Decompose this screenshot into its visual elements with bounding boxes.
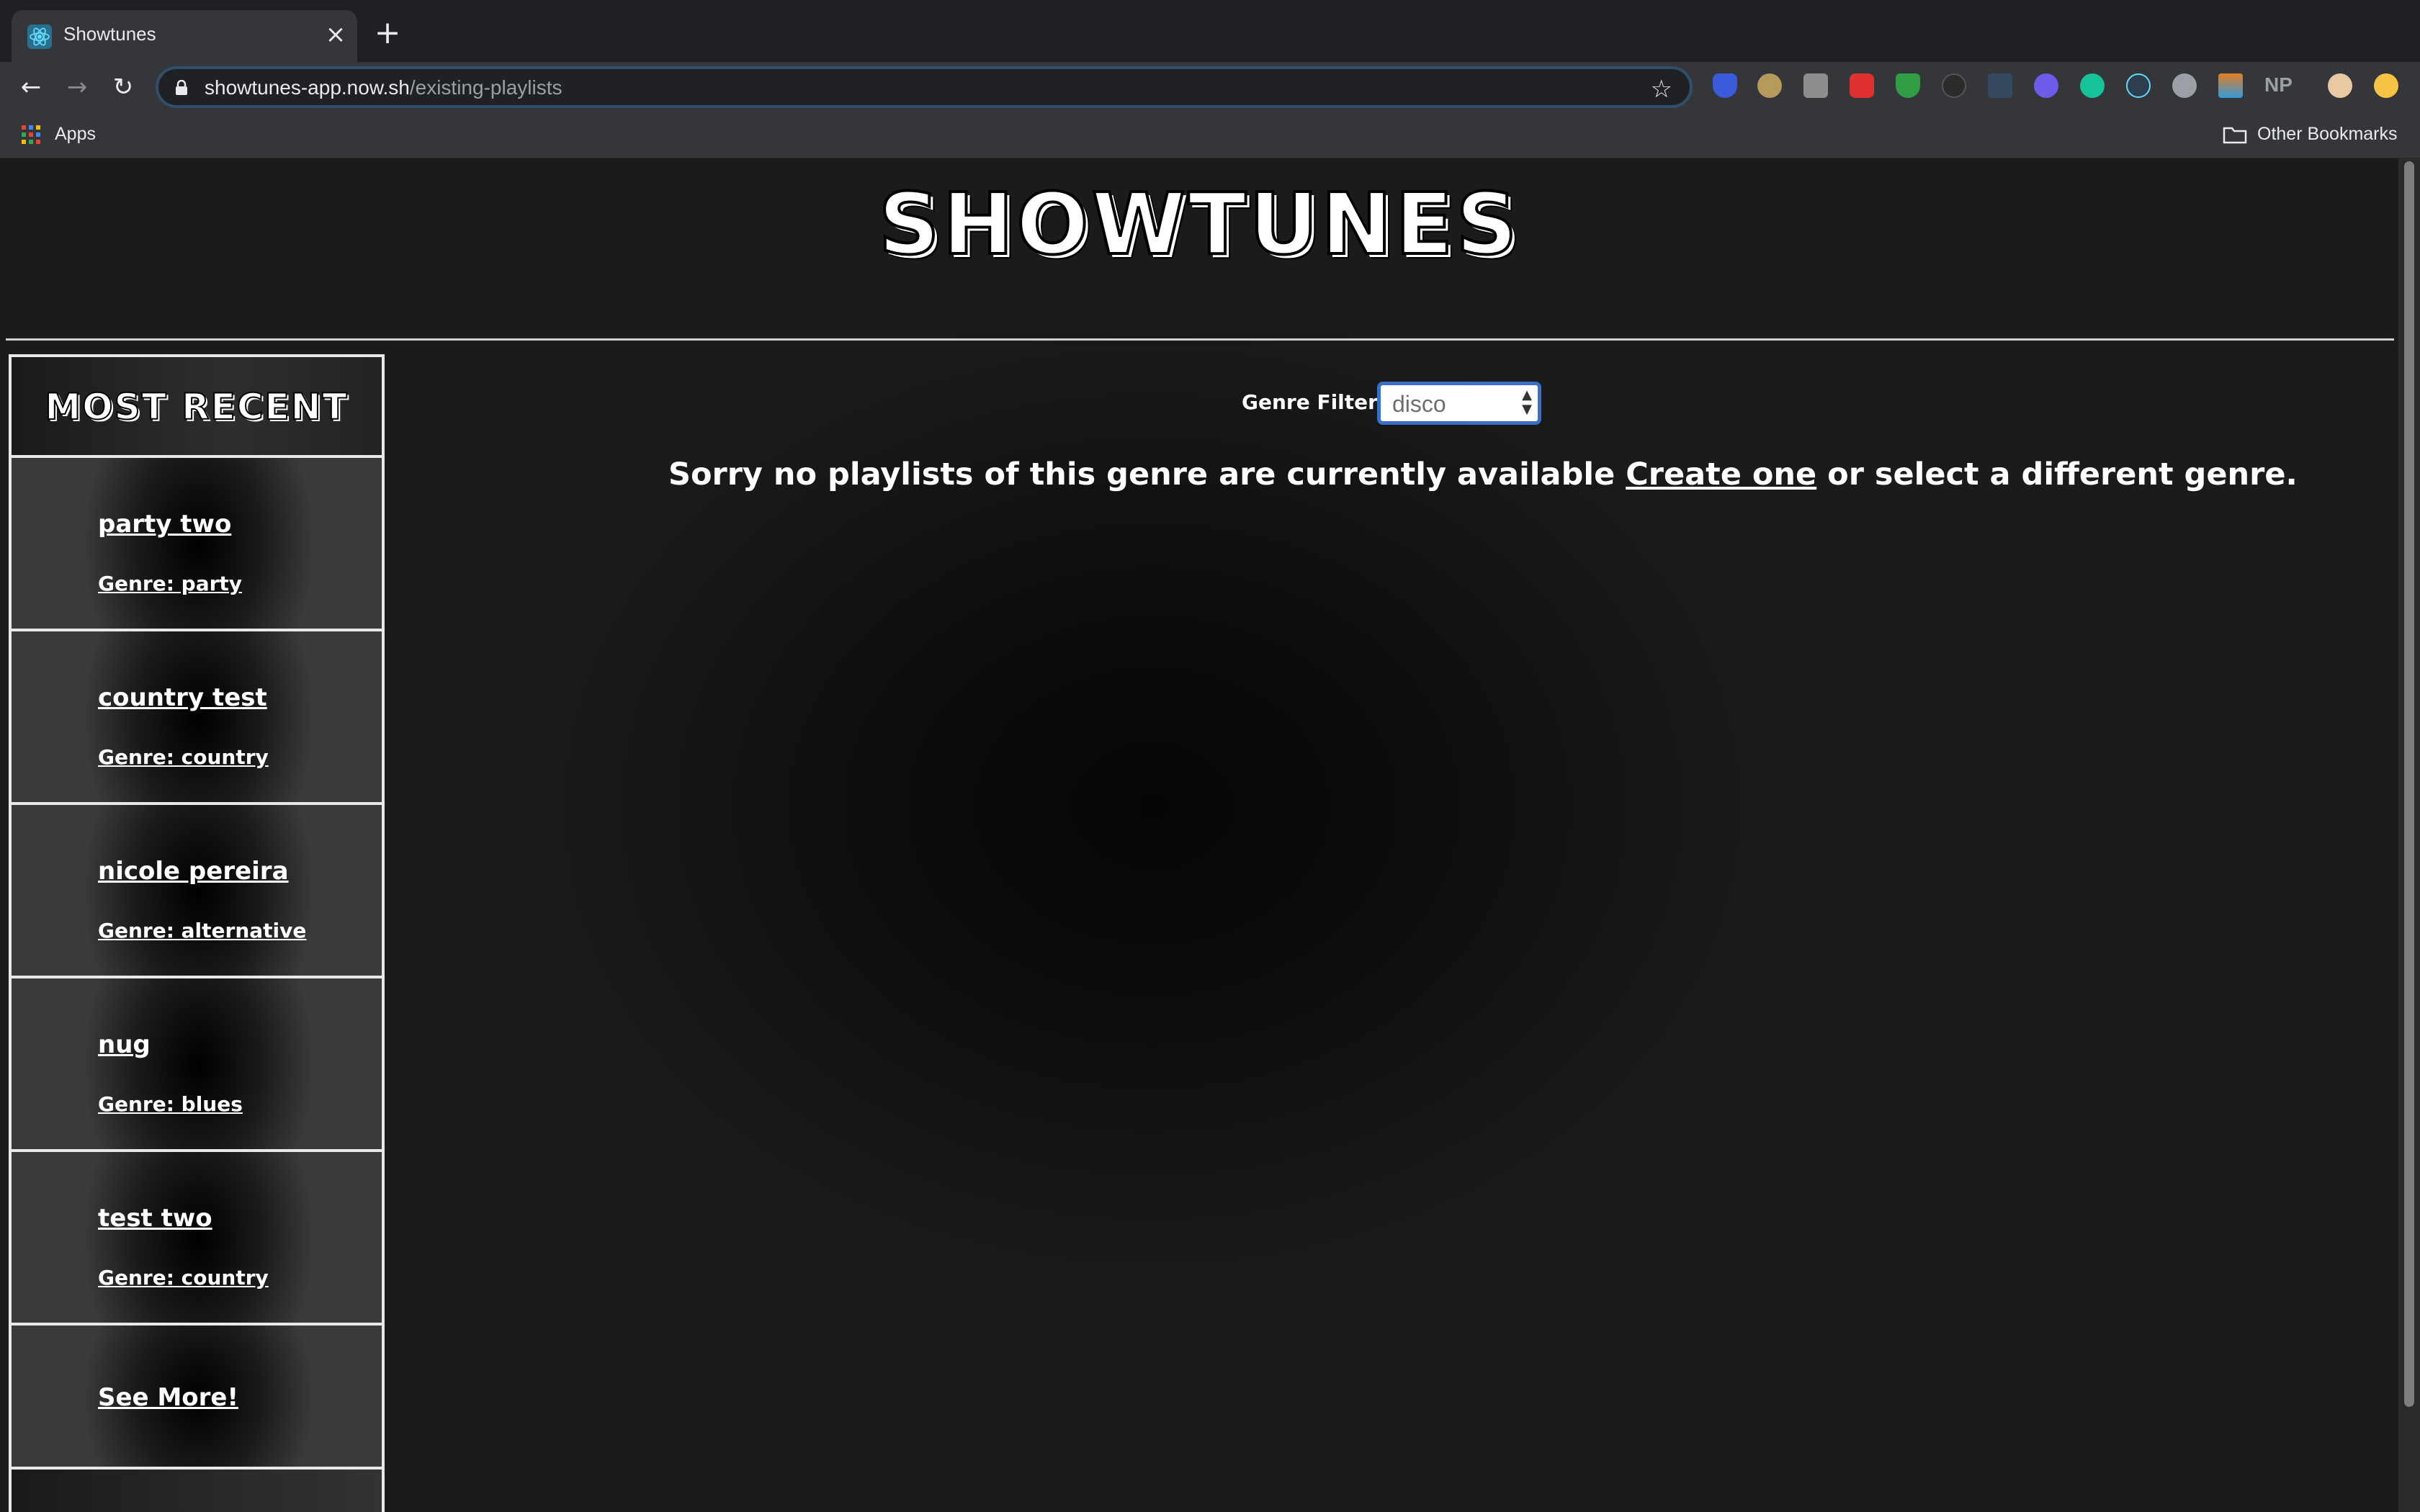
np-icon[interactable]: NP (2264, 73, 2293, 96)
reload-icon[interactable]: ↻ (107, 71, 140, 104)
adguard-icon[interactable] (1896, 73, 1920, 98)
ublock-icon[interactable] (1850, 73, 1874, 98)
color-palette-icon[interactable] (2218, 73, 2243, 98)
grammarly-icon[interactable] (2080, 73, 2105, 98)
scrollbar-thumb[interactable] (2404, 161, 2414, 1407)
new-tab-icon[interactable]: + (373, 17, 402, 49)
star-extension-icon[interactable] (2374, 73, 2398, 98)
speech-bubble-icon[interactable] (2172, 73, 2197, 98)
tampermonkey-icon[interactable] (1988, 73, 2012, 98)
url-host: showtunes-app.now.sh (205, 76, 410, 99)
react-favicon-icon (27, 24, 52, 49)
apps-bookmark[interactable]: Apps (55, 124, 96, 145)
address-bar[interactable]: showtunes-app.now.sh/existing-playlists … (156, 66, 1693, 108)
playlist-genre-link[interactable]: Genre: country (98, 1266, 269, 1290)
sidebar-header: MOST RECENT (12, 357, 382, 458)
react-devtools-icon[interactable] (2126, 73, 2151, 98)
page-scrollbar[interactable] (2398, 158, 2420, 1512)
message-text-before: Sorry no playlists of this genre are cur… (668, 456, 1626, 492)
message-text-after: or select a different genre. (1816, 456, 2298, 492)
tab-close-icon[interactable]: × (323, 22, 349, 48)
see-more-link[interactable]: See More! (98, 1383, 238, 1412)
url-path: /existing-playlists (409, 76, 563, 99)
bookmark-star-icon[interactable]: ☆ (1651, 75, 1672, 104)
playlist-genre-link[interactable]: Genre: country (98, 745, 269, 769)
create-one-link[interactable]: Create one (1626, 456, 1816, 492)
showtunes-logo[interactable]: SHOWTUNES (0, 173, 2398, 275)
playlist-genre-link[interactable]: Genre: blues (98, 1092, 243, 1116)
apps-grid-icon[interactable] (22, 125, 40, 144)
playlist-card[interactable]: party two Genre: party (12, 458, 382, 631)
playlist-name-link[interactable]: party two (98, 510, 231, 539)
see-more-card[interactable]: See More! (12, 1326, 382, 1470)
genre-filter-select[interactable]: disco ▲ ▼ (1377, 382, 1541, 425)
page-content: SHOWTUNES MOST RECENT party two Genre: p… (0, 158, 2420, 1512)
playlist-genre-link[interactable]: Genre: alternative (98, 919, 306, 942)
browser-tab-showtunes[interactable]: Showtunes × (12, 10, 357, 62)
bookmarks-bar: Apps Other Bookmarks (0, 112, 2420, 158)
playlist-name-link[interactable]: test two (98, 1204, 212, 1233)
back-arrow-icon[interactable]: ← (14, 71, 48, 104)
playlist-name-link[interactable]: country test (98, 683, 267, 712)
url-text: showtunes-app.now.sh/existing-playlists (205, 76, 563, 99)
no-playlists-message: Sorry no playlists of this genre are cur… (668, 456, 2298, 492)
playlist-name-link[interactable]: nug (98, 1030, 151, 1059)
select-arrows-icon: ▲ ▼ (1522, 387, 1532, 417)
sidebar-title: MOST RECENT (44, 385, 349, 428)
translate-icon[interactable] (1803, 73, 1828, 98)
bitwarden-icon[interactable] (1757, 73, 1782, 98)
sidebar-overflow-card (12, 1470, 382, 1512)
shield-icon[interactable] (1713, 73, 1737, 98)
lock-icon (176, 80, 187, 95)
playlist-card[interactable]: country test Genre: country (12, 631, 382, 805)
most-recent-sidebar: MOST RECENT party two Genre: party count… (9, 354, 385, 1512)
profile-avatar-icon[interactable] (2328, 73, 2352, 98)
playlist-card[interactable]: nug Genre: blues (12, 978, 382, 1152)
playlist-card[interactable]: test two Genre: country (12, 1152, 382, 1326)
playlist-card[interactable]: nicole pereira Genre: alternative (12, 805, 382, 978)
block-icon[interactable] (2034, 73, 2058, 98)
tab-title: Showtunes (63, 23, 156, 45)
forward-arrow-icon[interactable]: → (60, 71, 94, 104)
browser-tabstrip: Showtunes × + (0, 0, 2420, 62)
genre-filter-value: disco (1392, 391, 1446, 417)
folder-icon (2223, 127, 2247, 144)
json-icon[interactable] (1942, 73, 1966, 98)
playlist-genre-link[interactable]: Genre: party (98, 572, 242, 595)
other-bookmarks[interactable]: Other Bookmarks (2257, 124, 2398, 145)
genre-filter-label: Genre Filter: (1242, 390, 1386, 414)
header-divider (6, 338, 2394, 341)
playlist-name-link[interactable]: nicole pereira (98, 857, 289, 886)
